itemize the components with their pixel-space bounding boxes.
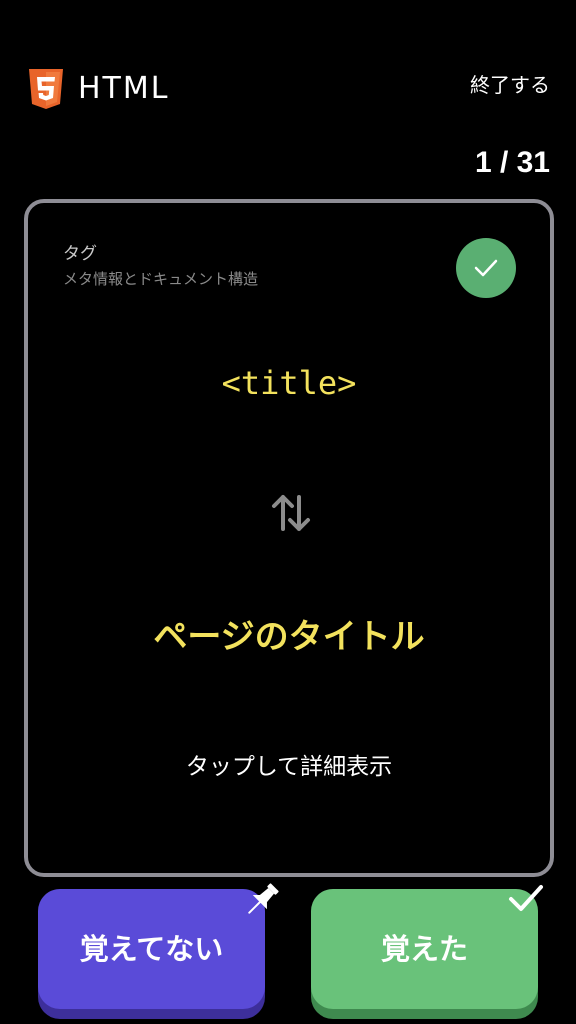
check-icon	[474, 259, 498, 277]
learned-status-badge	[456, 238, 516, 298]
learned-button[interactable]: 覚えた	[311, 889, 538, 1009]
card-meaning: ページのタイトル	[153, 617, 425, 657]
flashcard[interactable]: タグ メタ情報とドキュメント構造 <title> ページのタイトル タップして詳…	[24, 199, 554, 877]
tap-hint: タップして詳細表示	[185, 754, 393, 780]
check-icon	[506, 882, 546, 916]
quit-button[interactable]: 終了する	[470, 72, 550, 100]
not-learned-button[interactable]: 覚えてない	[38, 889, 265, 1009]
card-term: <title>	[221, 364, 357, 402]
card-category: タグ	[63, 244, 97, 264]
screen: HTML 終了する 1 / 31 タグ メタ情報とドキュメント構造 <title…	[0, 0, 576, 1024]
card-subcategory: メタ情報とドキュメント構造	[63, 270, 259, 288]
swap-vertical-icon	[270, 493, 312, 533]
pin-icon	[242, 880, 282, 920]
app-title: HTML	[78, 71, 170, 106]
progress-counter: 1 / 31	[474, 146, 550, 179]
html5-logo-icon	[28, 69, 64, 109]
